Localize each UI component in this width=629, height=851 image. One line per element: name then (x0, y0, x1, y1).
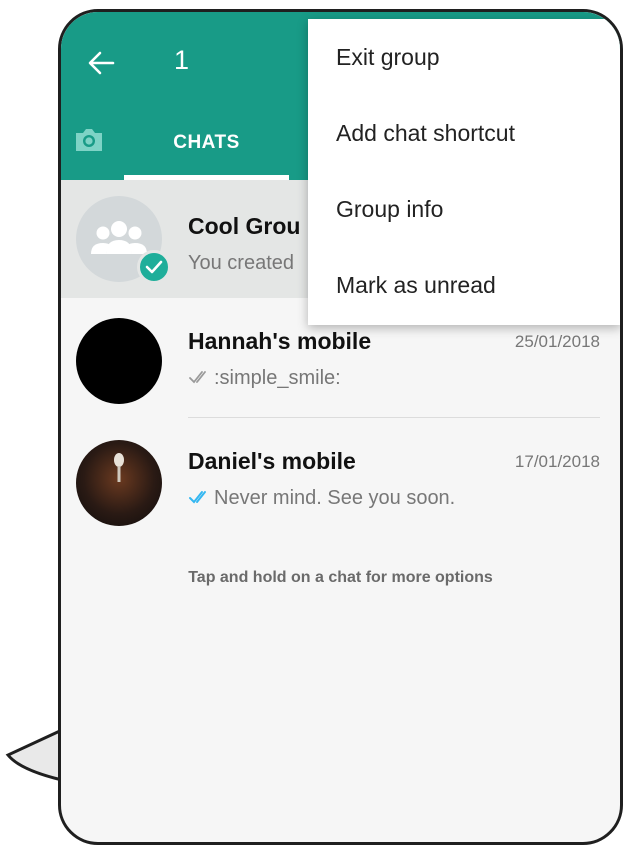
chat-date: 25/01/2018 (514, 332, 600, 351)
avatar (76, 318, 162, 404)
chat-preview-wrap: :simple_smile: (188, 367, 341, 390)
microphone-icon (114, 453, 124, 482)
avatar (76, 440, 162, 526)
chat-preview: You created (188, 252, 295, 274)
read-ticks-icon (189, 491, 206, 504)
check-icon (145, 260, 163, 274)
hint-text: Tap and hold on a chat for more options (188, 569, 493, 586)
selected-count: 1 (174, 45, 190, 75)
tab-chats[interactable]: CHATS (124, 122, 289, 180)
chat-preview: Never mind. See you soon. (214, 487, 456, 509)
chat-name: Cool Grou (188, 213, 301, 239)
chat-name: Hannah's mobile (188, 328, 372, 354)
overflow-menu: Exit group Add chat shortcut Group info … (308, 19, 620, 325)
delivered-ticks-icon (189, 371, 206, 384)
chat-preview: :simple_smile: (214, 367, 341, 389)
chat-preview-wrap: Never mind. See you soon. (188, 487, 455, 510)
chat-row-daniel[interactable]: Daniel's mobile 17/01/2018 Never mind. S… (61, 418, 620, 538)
phone-frame: 1 CHATS Cool Grou You created Hannah's m… (58, 9, 623, 845)
chat-name: Daniel's mobile (188, 448, 356, 474)
selected-badge (137, 250, 171, 284)
menu-item-exit-group[interactable]: Exit group (308, 19, 620, 95)
menu-item-group-info[interactable]: Group info (308, 171, 620, 247)
chat-date: 17/01/2018 (514, 452, 600, 471)
menu-item-add-chat-shortcut[interactable]: Add chat shortcut (308, 95, 620, 171)
camera-icon[interactable] (73, 126, 105, 154)
arrow-left-icon[interactable] (87, 49, 115, 77)
menu-item-mark-as-unread[interactable]: Mark as unread (308, 247, 620, 323)
